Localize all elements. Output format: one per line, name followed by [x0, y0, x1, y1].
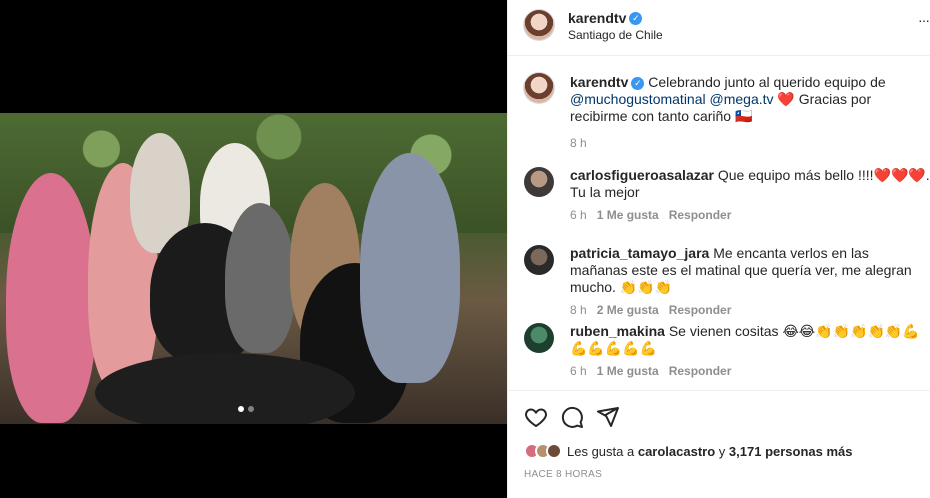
comment-likes[interactable]: 2 Me gusta — [597, 303, 659, 317]
caption-username[interactable]: karendtv — [570, 74, 628, 90]
photo-person — [225, 203, 295, 353]
comment-meta: 8 h 2 Me gusta Responder — [570, 302, 930, 319]
comment-item: ruben_makina Se vienen cositas 😂😂👏👏👏👏👏💪💪… — [570, 323, 930, 380]
likes-summary: Les gusta a carolacastro y 3,171 persona… — [524, 443, 853, 459]
likes-user[interactable]: carolacastro — [638, 444, 715, 459]
photo-person — [6, 173, 96, 423]
verified-badge-icon: ✓ — [629, 12, 643, 26]
comment-likes[interactable]: 1 Me gusta — [597, 208, 659, 222]
more-options-icon[interactable]: ··· — [918, 12, 930, 28]
post-caption: karendtv ✓ Celebrando junto al querido eq… — [570, 74, 930, 152]
comment-username[interactable]: patricia_tamayo_jara — [570, 245, 709, 261]
author-avatar[interactable] — [524, 10, 554, 40]
comment-meta: 6 h 1 Me gusta Responder — [570, 207, 930, 224]
comment-item: carlosfigueroasalazar Que equipo más bel… — [570, 167, 930, 224]
post-timestamp[interactable]: HACE 8 HORAS — [524, 469, 602, 480]
comment-username[interactable]: ruben_makina — [570, 323, 665, 339]
likes-prefix: Les gusta a — [567, 443, 635, 459]
comment-likes[interactable]: 1 Me gusta — [597, 364, 659, 378]
post-photo[interactable] — [0, 113, 507, 424]
caption-mention[interactable]: @mega.tv — [710, 91, 774, 107]
verified-badge-icon: ✓ — [631, 76, 645, 90]
reply-button[interactable]: Responder — [669, 303, 732, 317]
likes-connector: y — [718, 443, 726, 459]
comment-time[interactable]: 6 h — [570, 208, 587, 222]
comment-item: patricia_tamayo_jara Me encanta verlos e… — [570, 245, 930, 319]
likes-count[interactable]: 3,171 personas más — [729, 444, 853, 459]
comment-time[interactable]: 6 h — [570, 364, 587, 378]
caption-meta: 8 h — [570, 135, 930, 152]
post-side-panel: karendtv ✓ Santiago de Chile ··· karendtv… — [507, 0, 930, 498]
carousel-dot-active — [238, 406, 244, 412]
carousel-dot — [248, 406, 254, 412]
photo-table — [95, 353, 355, 424]
likes-text: Les gusta a carolacastro y 3,171 persona… — [567, 444, 853, 459]
post-media-panel — [0, 0, 507, 498]
comment-time[interactable]: 8 h — [570, 303, 587, 317]
caption-avatar[interactable] — [524, 73, 554, 103]
caption-time[interactable]: 8 h — [570, 136, 587, 150]
post-actions: Les gusta a carolacastro y 3,171 persona… — [508, 390, 930, 498]
liker-avatar[interactable] — [546, 443, 562, 459]
caption-text: Celebrando junto al querido equipo de — [648, 74, 886, 90]
comment-meta: 6 h 1 Me gusta Responder — [570, 363, 930, 380]
share-icon[interactable] — [596, 405, 620, 429]
comment-avatar[interactable] — [524, 323, 554, 353]
carousel-dots — [238, 406, 254, 412]
photo-person — [360, 153, 460, 383]
author-username[interactable]: karendtv — [568, 10, 626, 26]
comment-icon[interactable] — [560, 405, 584, 429]
reply-button[interactable]: Responder — [669, 364, 732, 378]
reply-button[interactable]: Responder — [669, 208, 732, 222]
comment-avatar[interactable] — [524, 245, 554, 275]
comment-username[interactable]: carlosfigueroasalazar — [570, 167, 714, 183]
post-header: karendtv ✓ Santiago de Chile ··· — [508, 0, 930, 56]
author-name-row: karendtv ✓ — [568, 10, 643, 28]
caption-mention[interactable]: @muchogustomatinal — [570, 91, 706, 107]
post-location[interactable]: Santiago de Chile — [568, 28, 663, 42]
heart-icon[interactable] — [524, 405, 548, 429]
comment-avatar[interactable] — [524, 167, 554, 197]
